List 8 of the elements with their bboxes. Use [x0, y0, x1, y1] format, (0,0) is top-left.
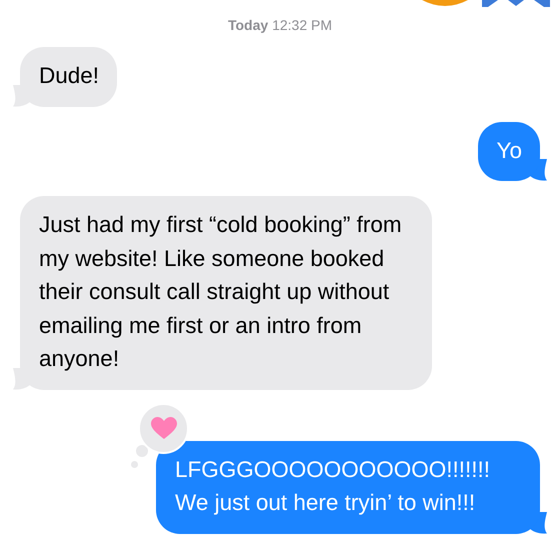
sent-message: LFGGGOOOOOOOOOOO!!!!!!! We just out here tryin’ to win!!! — [156, 440, 540, 534]
timestamp: Today 12:32 PM — [228, 17, 332, 33]
emoji-icon — [422, 0, 468, 6]
sent-message: Yo — [478, 122, 540, 181]
received-message: Dude! — [20, 47, 118, 106]
received-message: Just had my first “cold booking” from my website! Like someone booked their consult call straight up without emailing me first or an intro from anyone! — [20, 196, 432, 390]
heart-icon — [150, 416, 176, 440]
emoji-icon — [482, 0, 550, 7]
